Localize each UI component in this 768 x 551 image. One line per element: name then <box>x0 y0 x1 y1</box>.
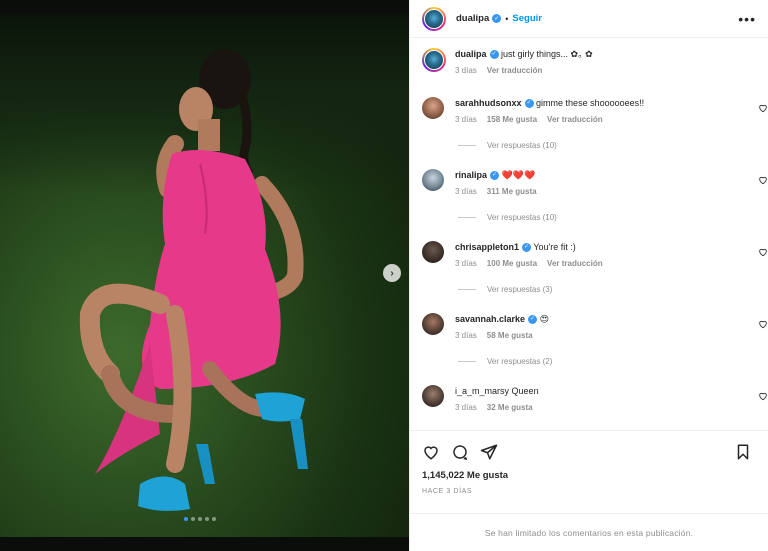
separator-dot: • <box>505 13 509 24</box>
view-replies-button[interactable]: Ver respuestas (3) <box>458 285 552 294</box>
author-avatar[interactable] <box>422 6 446 31</box>
like-comment-heart-icon[interactable] <box>758 103 768 113</box>
post-actions: 1,145,022 Me gusta HACE 3 DÍAS <box>410 430 768 495</box>
comment-username[interactable]: savannah.clarke <box>455 314 525 324</box>
verified-badge-icon: ✓ <box>490 171 500 181</box>
comment-time: 3 días <box>455 259 477 268</box>
like-comment-heart-icon[interactable] <box>758 247 768 257</box>
follow-button[interactable]: Seguir <box>512 13 542 24</box>
chevron-right-icon: › <box>390 267 394 279</box>
save-bookmark-icon[interactable] <box>734 443 752 461</box>
comment-text: 😍 <box>539 314 549 324</box>
comment-text: ❤️❤️❤️ <box>501 170 536 180</box>
comment-likes[interactable]: 100 Me gusta <box>487 259 537 268</box>
more-options-icon[interactable]: ••• <box>738 12 756 26</box>
comment-username[interactable]: sarahhudsonxx <box>455 98 522 108</box>
commenter-avatar[interactable] <box>422 385 444 407</box>
verified-badge-icon: ✓ <box>489 50 499 60</box>
comment-likes[interactable]: 58 Me gusta <box>487 331 533 340</box>
commenter-avatar[interactable] <box>422 97 444 119</box>
verified-badge-icon: ✓ <box>528 315 538 325</box>
comment-likes[interactable]: 311 Me gusta <box>487 187 537 196</box>
post-side-panel: dualipa ✓ • Seguir ••• dualipa ✓ just gir… <box>409 0 768 551</box>
carousel-dot-active <box>184 517 188 521</box>
post-media: › <box>0 0 409 551</box>
like-comment-heart-icon[interactable] <box>758 175 768 185</box>
comment-time: 3 días <box>455 187 477 196</box>
author-avatar-small[interactable] <box>422 48 446 72</box>
translate-link[interactable]: Ver traducción <box>547 259 603 268</box>
caption-text: just girly things... ✿｡ ✿ <box>501 49 593 59</box>
next-photo-button[interactable]: › <box>383 264 401 282</box>
likes-count[interactable]: 1,145,022 Me gusta <box>422 470 756 481</box>
caption-username[interactable]: dualipa <box>455 49 487 59</box>
comment-time: 3 días <box>455 331 477 340</box>
carousel-indicator <box>184 517 216 521</box>
comment-time: 3 días <box>455 115 477 124</box>
verified-badge-icon: ✓ <box>522 243 532 253</box>
comment-likes[interactable]: 32 Me gusta <box>487 403 533 412</box>
verified-badge-icon: ✓ <box>524 99 534 109</box>
commenter-avatar[interactable] <box>422 241 444 263</box>
comment-bubble-icon[interactable] <box>451 443 469 461</box>
comment-username[interactable]: rinalipa <box>455 170 487 180</box>
verified-badge-icon: ✓ <box>492 14 502 23</box>
view-replies-button[interactable]: Ver respuestas (10) <box>458 213 557 222</box>
like-comment-heart-icon[interactable] <box>758 319 768 329</box>
like-heart-icon[interactable] <box>422 443 440 461</box>
comment-time: 3 días <box>455 403 477 412</box>
comment-text: gimme these shoooooees!! <box>536 98 645 108</box>
translate-link[interactable]: Ver traducción <box>487 66 543 75</box>
caption-time: 3 días <box>455 66 477 75</box>
like-comment-heart-icon[interactable] <box>758 391 768 401</box>
comments-limited-notice: Se han limitado los comentarios en esta … <box>410 513 768 551</box>
view-replies-button[interactable]: Ver respuestas (2) <box>458 357 552 366</box>
carousel-dot <box>191 517 195 521</box>
comment-text: You're fit :) <box>533 242 576 252</box>
translate-link[interactable]: Ver traducción <box>547 115 603 124</box>
post-time-ago: HACE 3 DÍAS <box>422 488 473 495</box>
comment-text: Queen <box>511 386 539 396</box>
share-paper-plane-icon[interactable] <box>480 443 498 461</box>
comment-username[interactable]: i_a_m_marsy <box>455 386 509 396</box>
author-username[interactable]: dualipa <box>456 13 489 24</box>
carousel-dot <box>212 517 216 521</box>
view-replies-button[interactable]: Ver respuestas (10) <box>458 141 557 150</box>
photo-subject-illustration <box>79 49 308 511</box>
carousel-dot <box>205 517 209 521</box>
comments-list[interactable]: dualipa ✓ just girly things... ✿｡ ✿ 3 día… <box>410 39 768 429</box>
comment-likes[interactable]: 158 Me gusta <box>487 115 537 124</box>
commenter-avatar[interactable] <box>422 313 444 335</box>
post-photo[interactable] <box>0 14 409 537</box>
carousel-dot <box>198 517 202 521</box>
commenter-avatar[interactable] <box>422 169 444 191</box>
post-header: dualipa ✓ • Seguir ••• <box>410 0 768 38</box>
comment-username[interactable]: chrisappleton1 <box>455 242 519 252</box>
